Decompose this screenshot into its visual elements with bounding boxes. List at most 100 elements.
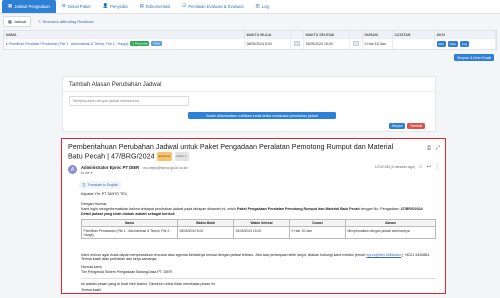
column-header: Durasi: [289, 219, 346, 227]
provider-count-badge: 1 Penyedia: [130, 41, 150, 47]
calendar-icon: ▦: [8, 19, 12, 24]
tab-label: Detail Paket: [67, 4, 91, 9]
team-signature: Tim Pengelola Sistem Pengadaan Barang/Ja…: [81, 270, 173, 274]
log-icon: ▥: [255, 3, 260, 9]
column-header: Waktu Mulai: [177, 219, 234, 227]
cell-start: 08/05/2024 8:00: [177, 226, 234, 239]
salutation: Dengan Hormat,: [81, 202, 108, 206]
save-button[interactable]: Simpan: [388, 123, 406, 129]
intro-text: Kami ingin menginformasikan bahwa terdap…: [81, 207, 237, 211]
intro-number: 47/BRG/2024: [400, 207, 423, 211]
column-header: [349, 31, 363, 39]
print-icon[interactable]: ⎙: [427, 145, 431, 151]
duration-cell: 0 Hari 15 Jam: [362, 37, 393, 49]
save-and-send-email-button[interactable]: Simpan & Kirim Email: [454, 54, 494, 61]
tab-label: Dokumentasi: [145, 4, 171, 9]
cell-reason: Menyesuaikan dengan jadwal sebelumnya: [345, 226, 436, 239]
expand-icon[interactable]: ▸: [6, 42, 8, 46]
recipient-dropdown[interactable]: to me ▾: [81, 171, 92, 175]
top-tab-bar: ▦ Jadwal Pengadaan ⚙ Detail Paket 👤 Peny…: [0, 0, 500, 14]
star-icon[interactable]: ☆: [418, 164, 422, 170]
start-time-cell[interactable]: 08/05/2024 8:00: [244, 37, 291, 49]
subtab-label: Jadwal: [13, 19, 27, 24]
tab-jadwal-pengadaan[interactable]: ▦ Jadwal Pengadaan: [2, 0, 56, 13]
sender-email: <no-reply@eproc.go-id.co.id>: [142, 166, 189, 170]
column-header: [290, 31, 304, 39]
auto-message-notice: Ini adalah pesan yang di buat oleh siste…: [81, 282, 216, 286]
back-button[interactable]: Kembali: [407, 123, 425, 129]
reason-textarea[interactable]: Menyesuaikan dengan jadwal sebelumnya: [69, 96, 189, 106]
tab-dokumentasi[interactable]: ▤ Dokumentasi: [134, 0, 177, 13]
subject-text: Pemberitahuan Perubahan Jadwal untuk Pak…: [68, 142, 394, 161]
email-subject: Pemberitahuan Perubahan Jadwal untuk Pak…: [68, 142, 398, 162]
sub-tabs: ▦ Jadwal ≡ Rencana attending Realisasi: [3, 16, 99, 27]
translate-button[interactable]: 文 Translate to English: [79, 181, 122, 189]
tab-label: Penilaian Evaluasi & Evaluasi: [188, 4, 244, 9]
calendar-picker-button[interactable]: [352, 41, 359, 47]
stage-name-link[interactable]: Pemilihan Penilaian Perubahan (File 1 : …: [9, 42, 129, 46]
page: ▦ Jadwal Pengadaan ⚙ Detail Paket 👤 Peny…: [0, 0, 500, 298]
panel-title: Tambah Alasan Perubahan Jadwal: [69, 82, 162, 88]
detail-heading: Detail jadwal yang telah diubah adalah s…: [81, 212, 176, 216]
tab-label: Penyedia: [110, 4, 128, 9]
email-top-actions: ⎙ ⤢: [427, 145, 440, 151]
subtab-label: Rencana attending Realisasi: [42, 19, 94, 24]
actions-cell: Edit Note Log: [434, 37, 496, 49]
open-in-new-window-icon[interactable]: ⤢: [436, 145, 440, 151]
translate-label: Translate to English: [87, 183, 119, 187]
intro-paragraph: Kami ingin menginformasikan bahwa terdap…: [81, 207, 423, 211]
end-time-cell[interactable]: 26/05/2024 15:00: [303, 37, 350, 49]
email-schedule-table: Nama Waktu Mulai Waktu Selesai Durasi Al…: [81, 219, 436, 239]
end-picker-cell: [349, 37, 363, 49]
calendar-picker-button[interactable]: [293, 41, 300, 47]
start-picker-cell: [290, 37, 304, 49]
contact-email-link[interactable]: eproc@dier.id/lbklaon: [367, 253, 402, 257]
column-header: WAKTU MULAI: [244, 31, 291, 39]
email-notification-info-button[interactable]: Sudah ditambahkan notifikasi email ketik…: [188, 112, 336, 119]
tab-detail-paket[interactable]: ⚙ Detail Paket: [56, 0, 97, 13]
gear-icon: ⚙: [61, 3, 66, 9]
tab-penyedia[interactable]: 👤 Penyedia: [97, 0, 134, 13]
reply-icon[interactable]: ↩: [427, 164, 431, 170]
stage-type-badge: P&W: [151, 41, 163, 47]
tab-penilaian-evaluasi[interactable]: ☑ Penilaian Evaluasi & Evaluasi: [176, 0, 249, 13]
calendar-icon: ▦: [8, 3, 13, 9]
schedule-table: NAMA WAKTU MULAI WAKTU SELESAI DURASI CA…: [3, 30, 497, 50]
cell-duration: 0 Hari 15 Jam: [289, 226, 346, 239]
column-header: Waktu Selesai: [233, 219, 290, 227]
inbox-label[interactable]: Inbox ×: [174, 151, 189, 162]
tab-label: Log: [261, 4, 269, 9]
note-button[interactable]: Note: [447, 41, 458, 47]
more-icon[interactable]: ⋮: [435, 164, 440, 170]
edit-button[interactable]: Edit: [436, 41, 446, 47]
document-icon: ▤: [139, 3, 144, 9]
log-button[interactable]: Log: [459, 41, 469, 47]
cell-end: 26/05/2024 15:00: [233, 226, 290, 239]
sender-name: Administrator Eproc PT DIER: [81, 165, 140, 170]
tab-log[interactable]: ▥ Log: [250, 0, 275, 13]
table-header-row: Nama Waktu Mulai Waktu Selesai Durasi Al…: [81, 219, 436, 227]
subtab-rencana-realisasi[interactable]: ≡ Rencana attending Realisasi: [33, 16, 98, 27]
checklist-icon: ☑: [182, 3, 187, 9]
regards: Hormat kami,: [81, 265, 103, 269]
subtab-jadwal[interactable]: ▦ Jadwal: [3, 16, 32, 27]
cell-name: ▸ Pemilihan Penilaian Perubahan (File 1 …: [4, 37, 245, 49]
table-row: ▸ Pemilihan Penilaian Perubahan (File 1 …: [4, 37, 496, 49]
note-cell: [392, 37, 435, 49]
translate-icon: 文: [82, 182, 86, 187]
table-header-row: NAMA WAKTU MULAI WAKTU SELESAI DURASI CA…: [4, 31, 496, 39]
sender: Administrator Eproc PT DIER <no-reply@ep…: [81, 165, 189, 170]
divider: [81, 278, 436, 279]
intro-tail: dengan No. Pengadaan:: [360, 207, 400, 211]
avatar: A: [68, 165, 77, 174]
tab-label: Jadwal Pengadaan: [14, 4, 50, 9]
greeting-line: Kepada Yth. PT TANTO TEX,: [81, 192, 128, 196]
table-row: Pemilihan Penawaran (File 1 : Administra…: [81, 226, 436, 239]
column-header: AKSI: [434, 31, 496, 39]
intro-package: Paket Pengadaan Peralatan Pemotong Rumpu…: [237, 207, 360, 211]
save-bar: Simpan & Kirim Email: [454, 54, 494, 61]
reason-actions: Simpan Kembali: [388, 123, 425, 129]
change-reason-panel: Tambah Alasan Perubahan Jadwal Menyesuai…: [62, 76, 436, 132]
column-header: DURASI: [362, 31, 393, 39]
cell-name: Pemilihan Penawaran (File 1 : Administra…: [81, 226, 178, 239]
